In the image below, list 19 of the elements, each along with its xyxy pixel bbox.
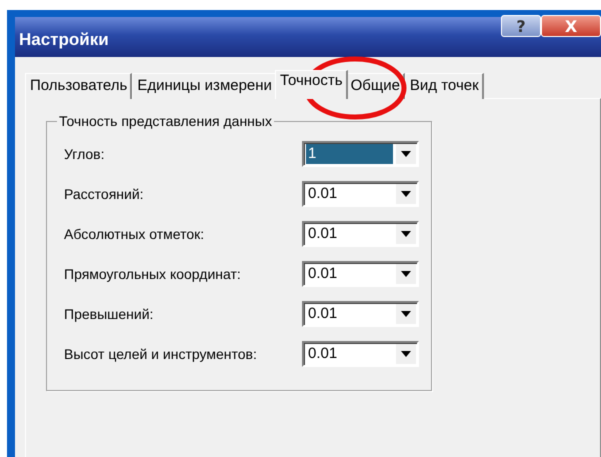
field-label: Высот целей и инструментов: [64, 346, 258, 362]
field-label: Расстояний: [64, 186, 145, 202]
window-title: Настройки [19, 29, 110, 50]
tab[interactable]: Точность [274, 70, 348, 99]
field-label: Углов: [64, 146, 106, 162]
dropdown[interactable]: 0.01 [302, 221, 419, 247]
tab[interactable]: Пользователь [25, 73, 132, 99]
dropdown[interactable]: 0.01 [302, 341, 419, 367]
dropdown[interactable]: 0.01 [302, 181, 419, 207]
field-label: Абсолютных отметок: [64, 226, 206, 242]
group-title: Точность представления данных [57, 113, 274, 129]
field-label: Прямоугольных координат: [64, 266, 242, 282]
dropdown[interactable]: 0.01 [302, 301, 419, 327]
tab[interactable]: Вид точек [404, 73, 484, 99]
tab[interactable]: Единицы измерени [132, 73, 277, 99]
field-label: Превышений: [64, 306, 154, 322]
dropdown[interactable]: 0.01 [302, 261, 419, 287]
dropdown[interactable]: 1 [302, 141, 419, 167]
help-button[interactable]: ? [501, 15, 541, 37]
